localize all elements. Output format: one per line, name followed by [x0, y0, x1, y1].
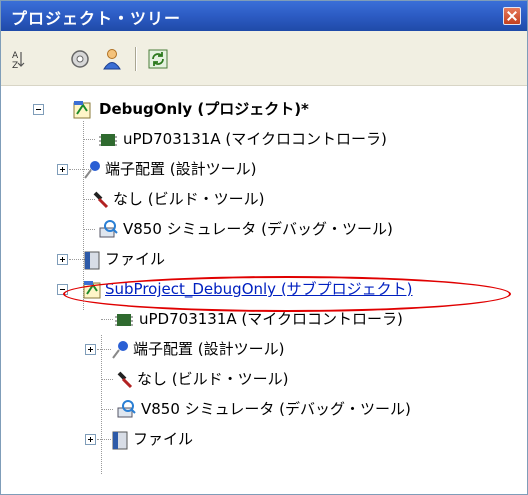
pin-tool-icon	[112, 341, 128, 359]
tree-node-microcontroller[interactable]: uPD703131A (マイクロコントローラ)	[1, 124, 527, 154]
title-bar: プロジェクト・ツリー	[1, 1, 527, 31]
collapse-icon[interactable]	[33, 104, 44, 115]
tree-node-sub-build-tool[interactable]: なし (ビルド・ツール)	[1, 364, 527, 394]
simulator-icon	[99, 220, 118, 238]
tree-node-sub-files[interactable]: ファイル	[1, 424, 527, 454]
svg-text:A: A	[12, 51, 19, 61]
tree-node-build-tool[interactable]: なし (ビルド・ツール)	[1, 184, 527, 214]
project-tree-panel: プロジェクト・ツリー A Z DebugOnly (プロジェクト)* uPD70…	[0, 0, 528, 495]
annotation-ellipse	[63, 276, 511, 312]
project-icon	[73, 101, 91, 119]
chip-icon	[99, 134, 117, 146]
expand-icon[interactable]	[57, 164, 68, 175]
tree-node-label: なし (ビルド・ツール)	[137, 370, 289, 388]
tree-node-label: V850 シミュレータ (デバッグ・ツール)	[123, 220, 393, 238]
tree-node-label: uPD703131A (マイクロコントローラ)	[139, 310, 403, 328]
tree-line	[83, 229, 95, 230]
tree-node-label: ファイル	[105, 250, 166, 268]
folder-icon	[112, 431, 128, 450]
tree-node-files[interactable]: ファイル	[1, 244, 527, 274]
tree-node-label: DebugOnly (プロジェクト)*	[99, 100, 309, 118]
tree-node-label: V850 シミュレータ (デバッグ・ツール)	[141, 400, 411, 418]
panel-title: プロジェクト・ツリー	[11, 9, 182, 28]
tree-line	[101, 379, 113, 380]
pin-tool-icon	[84, 161, 100, 179]
toolbar-separator	[135, 47, 137, 71]
project-tree: DebugOnly (プロジェクト)* uPD703131A (マイクロコントロ…	[1, 86, 527, 494]
hammer-icon	[93, 191, 109, 209]
tree-line	[101, 319, 113, 320]
toolbar: A Z	[1, 31, 527, 86]
tree-node-root[interactable]: DebugOnly (プロジェクト)*	[1, 94, 527, 124]
property-icon[interactable]	[69, 48, 91, 70]
simulator-icon	[117, 400, 136, 418]
tree-node-label: uPD703131A (マイクロコントローラ)	[123, 130, 387, 148]
tree-node-label: ファイル	[133, 430, 194, 448]
chip-icon	[115, 314, 133, 326]
hammer-icon	[117, 371, 133, 389]
refresh-icon[interactable]	[147, 48, 169, 70]
tree-node-sub-debug-tool[interactable]: V850 シミュレータ (デバッグ・ツール)	[1, 394, 527, 424]
tree-line	[101, 409, 113, 410]
tree-node-debug-tool[interactable]: V850 シミュレータ (デバッグ・ツール)	[1, 214, 527, 244]
folder-icon	[84, 251, 100, 270]
sort-icon[interactable]: A Z	[7, 48, 29, 70]
tree-node-label: 端子配置 (設計ツール)	[133, 340, 285, 358]
tree-node-label: なし (ビルド・ツール)	[113, 190, 265, 208]
tree-node-pin-config[interactable]: 端子配置 (設計ツール)	[1, 154, 527, 184]
tree-node-sub-pin-config[interactable]: 端子配置 (設計ツール)	[1, 334, 527, 364]
expand-icon[interactable]	[85, 344, 96, 355]
user-icon[interactable]	[101, 48, 123, 70]
tree-node-label: 端子配置 (設計ツール)	[105, 160, 257, 178]
expand-icon[interactable]	[57, 254, 68, 265]
svg-text:Z: Z	[12, 61, 18, 70]
expand-icon[interactable]	[85, 434, 96, 445]
tree-line	[83, 139, 95, 140]
close-icon[interactable]	[503, 7, 521, 25]
